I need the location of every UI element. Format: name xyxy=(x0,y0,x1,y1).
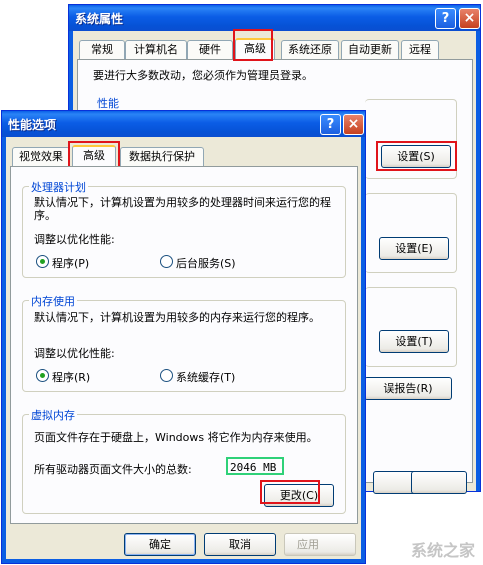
virtual-memory-desc: 页面文件存在于硬盘上，Windows 将它作为内存来使用。 xyxy=(34,431,318,444)
startup-settings-button[interactable]: 设置(T) xyxy=(379,330,449,353)
help-icon[interactable]: ? xyxy=(320,114,341,135)
tab-visual-effects[interactable]: 视觉效果 xyxy=(12,147,70,166)
system-properties-title: 系统属性 xyxy=(75,12,124,26)
radio-background-services-label[interactable]: 后台服务(S) xyxy=(176,255,236,271)
radio-programs-processor[interactable] xyxy=(36,255,49,268)
memory-usage-desc: 默认情况下，计算机设置为用较多的内存来运行您的程序。 xyxy=(34,311,334,324)
memory-optimize-label: 调整以优化性能: xyxy=(34,347,115,360)
processor-scheduling-label: 处理器计划 xyxy=(29,179,88,195)
radio-programs-memory-label[interactable]: 程序(R) xyxy=(52,369,90,385)
user-profiles-group xyxy=(365,193,457,273)
processor-optimize-label: 调整以优化性能: xyxy=(34,233,115,246)
window-frame-left xyxy=(2,137,6,563)
tab-auto-update[interactable]: 自动更新 xyxy=(341,40,399,59)
system-properties-titlebar[interactable]: 系统属性 ? × xyxy=(69,5,480,31)
performance-options-title: 性能选项 xyxy=(8,118,57,132)
tab-remote[interactable]: 远程 xyxy=(401,40,439,59)
highlight-pagefile-total xyxy=(226,457,284,475)
window-frame-right xyxy=(361,137,365,563)
window-frame-right xyxy=(476,31,480,491)
radio-system-cache[interactable] xyxy=(160,369,173,382)
help-icon[interactable]: ? xyxy=(435,8,456,29)
radio-system-cache-label[interactable]: 系统缓存(T) xyxy=(176,369,235,385)
startup-recovery-group xyxy=(365,287,457,367)
processor-scheduling-desc: 默认情况下，计算机设置为用较多的处理器时间来运行您的程序。 xyxy=(34,196,334,222)
highlight-performance-settings xyxy=(376,141,457,171)
tab-dep[interactable]: 数据执行保护 xyxy=(120,147,204,166)
apply-button[interactable]: 应用 xyxy=(284,533,356,556)
highlight-advanced-tab xyxy=(233,29,273,61)
highlight-change-button xyxy=(260,480,320,504)
cancel-button[interactable]: 取消 xyxy=(204,533,276,556)
ok-button[interactable]: 确定 xyxy=(124,533,196,556)
watermark: 系统之家 xyxy=(410,541,475,560)
tab-general[interactable]: 常规 xyxy=(79,40,125,59)
radio-background-services[interactable] xyxy=(160,255,173,268)
radio-programs-memory[interactable] xyxy=(36,369,49,382)
performance-group-label: 性能 xyxy=(97,97,119,110)
window-frame-bottom xyxy=(2,559,365,563)
virtual-memory-label: 虚拟内存 xyxy=(29,407,77,423)
performance-options-window: 性能选项 ? × 视觉效果 高级 数据执行保护 处理器计划 默认情况下，计算机设… xyxy=(1,110,366,564)
tab-hardware[interactable]: 硬件 xyxy=(187,40,233,59)
radio-programs-processor-label[interactable]: 程序(P) xyxy=(52,255,89,271)
memory-desc-text: 默认情况下，计算机设置为用较多的内存来运行您的程序。 xyxy=(34,311,320,324)
memory-usage-label: 内存使用 xyxy=(29,293,77,309)
tab-system-restore[interactable]: 系统还原 xyxy=(281,40,339,59)
close-icon[interactable]: × xyxy=(459,8,480,29)
processor-desc-text: 默认情况下，计算机设置为用较多的处理器时间来运行您的程序。 xyxy=(34,196,331,222)
back-apply-button-partial[interactable] xyxy=(411,471,467,494)
performance-options-titlebar[interactable]: 性能选项 ? × xyxy=(2,111,365,137)
close-icon[interactable]: × xyxy=(343,114,364,135)
user-profile-settings-button[interactable]: 设置(E) xyxy=(379,237,449,260)
error-report-button[interactable]: 误报告(R) xyxy=(364,377,452,400)
tab-computer-name[interactable]: 计算机名 xyxy=(125,40,187,59)
pagefile-total-label: 所有驱动器页面文件大小的总数: xyxy=(34,463,192,476)
admin-notice: 要进行大多数改动，您必须作为管理员登录。 xyxy=(93,69,313,82)
